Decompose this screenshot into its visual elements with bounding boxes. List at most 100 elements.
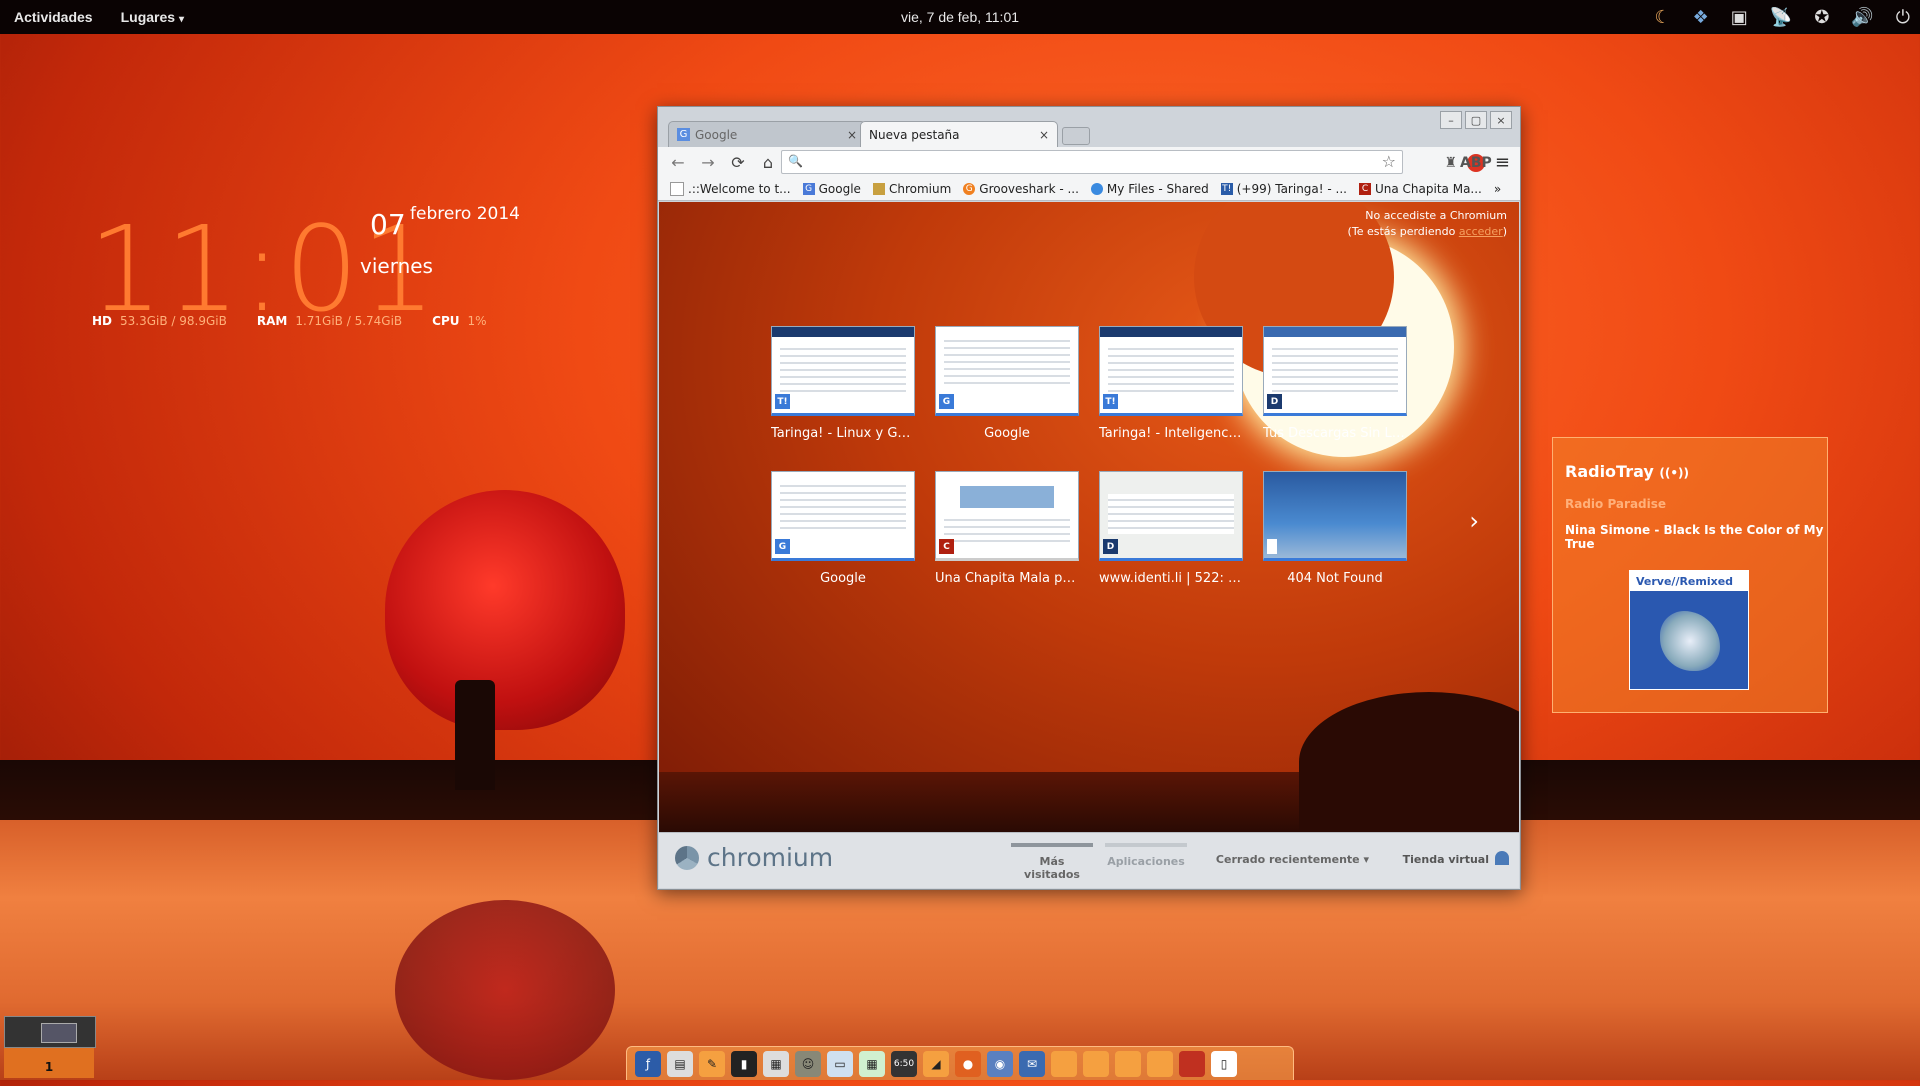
power-icon[interactable]: ⏻ xyxy=(1896,7,1910,28)
places-label: Lugares xyxy=(120,9,176,25)
tile-thumbnail: D xyxy=(1099,471,1243,561)
text-editor-icon[interactable]: ✎ xyxy=(699,1050,725,1077)
tab-apps[interactable]: Aplicaciones xyxy=(1105,843,1187,868)
folder-icon[interactable] xyxy=(1115,1050,1141,1077)
tile-thumbnail: D xyxy=(1263,326,1407,416)
taringa-icon: T! xyxy=(1220,182,1233,195)
fedora-icon[interactable]: ƒ xyxy=(635,1050,661,1077)
google-favicon: G xyxy=(677,128,690,141)
places-menu[interactable]: Lugares ▾ xyxy=(107,9,198,25)
gimp-icon[interactable]: ☺ xyxy=(795,1050,821,1077)
minimize-button[interactable]: – xyxy=(1440,111,1462,129)
workspace-number[interactable]: 1 xyxy=(4,1048,94,1078)
chevron-right-icon[interactable]: › xyxy=(1469,507,1479,535)
tab-most-visited[interactable]: Más visitados xyxy=(1011,843,1093,881)
most-visited-tile[interactable]: T! Taringa! - Linux y GNU xyxy=(771,326,915,441)
bookmark-item[interactable]: .::Welcome to t... xyxy=(670,181,791,196)
downloads-icon: D xyxy=(1267,394,1282,409)
tab-google[interactable]: G Google × xyxy=(668,121,866,147)
toolbar-extensions: ♜ ABP ≡ xyxy=(1444,152,1510,173)
close-icon[interactable]: × xyxy=(1039,128,1049,142)
bookmark-item[interactable]: T! (+99) Taringa! - ... xyxy=(1220,182,1347,196)
album-cover-label: Verve//Remixed xyxy=(1630,571,1748,591)
taringa-icon: T! xyxy=(775,394,790,409)
impress-icon[interactable]: ◢ xyxy=(923,1050,949,1077)
close-icon[interactable]: × xyxy=(847,128,857,142)
volume-icon[interactable]: 🔊 xyxy=(1851,7,1873,28)
bookmark-label: Google xyxy=(818,181,861,196)
google-icon: G xyxy=(939,394,954,409)
new-tab-button[interactable] xyxy=(1062,127,1090,145)
reload-icon[interactable]: ⟳ xyxy=(728,153,748,172)
bookmarks-overflow[interactable]: » xyxy=(1494,182,1501,196)
image-icon[interactable] xyxy=(1179,1050,1205,1077)
tile-thumbnail: T! xyxy=(1099,326,1243,416)
menu-icon[interactable]: ≡ xyxy=(1495,152,1510,173)
bookmark-item[interactable]: Chromium xyxy=(872,182,951,196)
desktop-clock-day: 07 xyxy=(370,208,406,241)
calc-icon[interactable]: ▦ xyxy=(859,1050,885,1077)
terminal-icon[interactable]: ▮ xyxy=(731,1050,757,1077)
most-visited-tile[interactable]: T! Taringa! - Inteligenci... xyxy=(1099,326,1243,441)
chromium-icon[interactable]: ◉ xyxy=(987,1050,1013,1077)
extension-icon[interactable]: ♜ xyxy=(1444,155,1457,171)
omnibox[interactable]: 🔍 ☆ xyxy=(781,150,1403,174)
web-store-link[interactable]: Tienda virtual xyxy=(1403,853,1489,866)
brand-label: chromium xyxy=(707,843,834,872)
bookmark-item[interactable]: G Grooveshark - ... xyxy=(963,182,1079,196)
adblock-icon[interactable]: ABP xyxy=(1460,153,1492,172)
dropbox-icon[interactable]: ❖ xyxy=(1693,7,1709,28)
bookmark-item[interactable]: My Files - Shared xyxy=(1090,182,1209,196)
writer-icon[interactable]: ▭ xyxy=(827,1050,853,1077)
radio-icon[interactable]: 📡 xyxy=(1770,7,1792,28)
thunderbird-icon[interactable]: ✉ xyxy=(1019,1050,1045,1077)
phone-icon[interactable]: ▯ xyxy=(1211,1050,1237,1077)
folder-icon[interactable] xyxy=(1083,1050,1109,1077)
most-visited-tile[interactable]: G Google xyxy=(935,326,1079,441)
files-icon[interactable]: ▤ xyxy=(667,1050,693,1077)
calculator-icon[interactable]: ▦ xyxy=(763,1050,789,1077)
user-icon[interactable]: ▣ xyxy=(1731,7,1748,28)
maximize-button[interactable]: ▢ xyxy=(1465,111,1487,129)
most-visited-tile[interactable]: D Tus Descargas Sin Li... xyxy=(1263,326,1407,441)
panel-clock[interactable]: vie, 7 de feb, 11:01 xyxy=(901,9,1019,25)
activities-button[interactable]: Actividades xyxy=(0,9,107,25)
most-visited-tile[interactable]: 404 Not Found xyxy=(1263,471,1407,586)
bookmark-item[interactable]: C Una Chapita Ma... xyxy=(1359,182,1482,196)
accessibility-icon[interactable]: ✪ xyxy=(1814,7,1829,28)
most-visited-tile[interactable]: D www.identi.li | 522: C... xyxy=(1099,471,1243,586)
downloads-icon: D xyxy=(1103,539,1118,554)
stat-label: RAM xyxy=(256,314,288,328)
stat-value: 1.71GiB / 5.74GiB xyxy=(295,314,403,328)
google-icon: G xyxy=(775,539,790,554)
most-visited-grid: T! Taringa! - Linux y GNU G Google T! Ta… xyxy=(771,326,1407,586)
back-icon[interactable]: ← xyxy=(668,153,688,172)
sign-in-suffix: ) xyxy=(1502,225,1507,238)
firefox-icon[interactable]: ● xyxy=(955,1050,981,1077)
bookmark-label: Una Chapita Ma... xyxy=(1375,181,1482,196)
google-icon: G xyxy=(802,182,815,195)
wallpaper-tree xyxy=(385,490,625,730)
workspace-pager[interactable] xyxy=(4,1016,96,1048)
folder-icon[interactable] xyxy=(1147,1050,1173,1077)
album-cover: Verve//Remixed xyxy=(1629,570,1749,690)
bookmark-item[interactable]: G Google xyxy=(802,181,861,196)
star-icon[interactable]: ☆ xyxy=(1382,152,1396,171)
clock-icon[interactable]: 6:50 xyxy=(891,1050,917,1077)
tab-new-tab[interactable]: Nueva pestaña × xyxy=(860,121,1058,147)
system-stats: HD 53.3GiB / 98.9GiB RAM 1.71GiB / 5.74G… xyxy=(92,314,509,328)
recently-closed-menu[interactable]: Cerrado recientemente ▾ xyxy=(1216,853,1369,866)
desktop-clock-month: febrero 2014 xyxy=(410,204,520,224)
sign-in-line: No accediste a Chromium xyxy=(1365,209,1507,222)
most-visited-tile[interactable]: G Google xyxy=(771,471,915,586)
grooveshark-icon: G xyxy=(963,182,976,195)
folder-icon[interactable] xyxy=(1051,1050,1077,1077)
forward-icon[interactable]: → xyxy=(698,153,718,172)
web-store-icon[interactable] xyxy=(1495,851,1509,865)
close-window-button[interactable]: × xyxy=(1490,111,1512,129)
sign-in-link[interactable]: acceder xyxy=(1459,225,1503,238)
most-visited-tile[interactable]: C Una Chapita Mala pe... xyxy=(935,471,1079,586)
weather-icon[interactable]: ☾ xyxy=(1655,7,1671,28)
home-icon[interactable]: ⌂ xyxy=(758,153,778,172)
pager-window xyxy=(41,1023,77,1043)
